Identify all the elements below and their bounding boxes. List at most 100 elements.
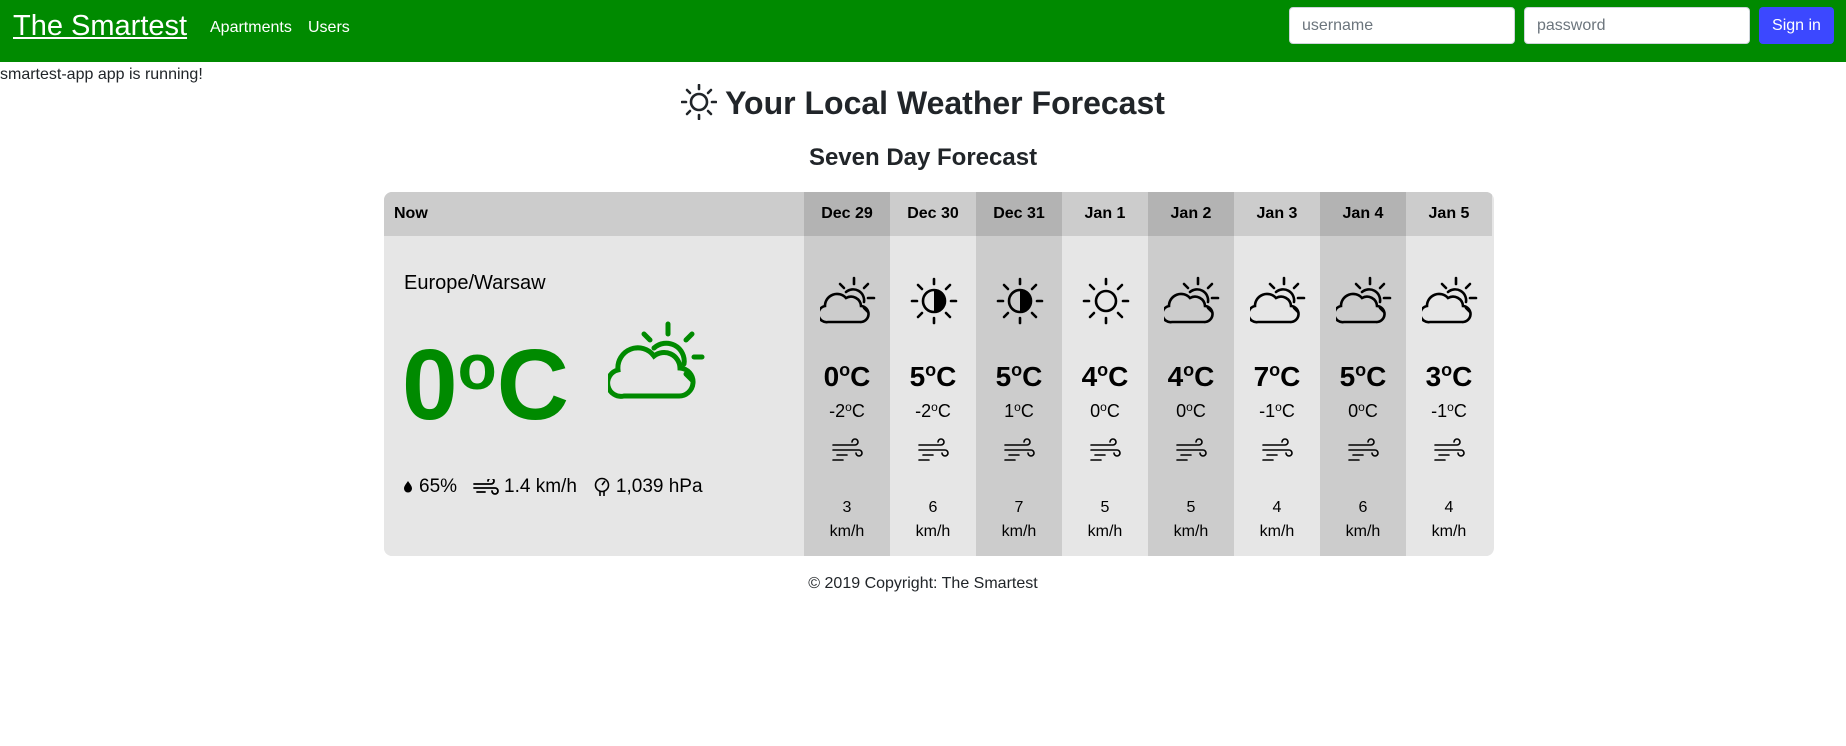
temp-unit: C (936, 361, 957, 392)
wind-icon (918, 438, 949, 461)
degree-symbol: o (1355, 360, 1367, 380)
forecast-day-column: Jan 4 5oC 0oC 6 km/h (1320, 192, 1406, 556)
day-high-value: 3 (1425, 361, 1442, 392)
day-date: Dec 31 (976, 192, 1062, 236)
day-low-temp: -1oC (1234, 400, 1320, 422)
current-details: 65% 1.4 km/h 1,039 hPa (402, 476, 719, 498)
nav-link-users[interactable]: Users (308, 19, 350, 37)
day-high-value: 4 (1081, 361, 1098, 392)
day-high-value: 5 (909, 361, 926, 392)
temp-unit: C (937, 401, 951, 421)
day-high-value: 0 (823, 361, 840, 392)
day-low-temp: 0oC (1148, 400, 1234, 422)
forecast-day-column: Dec 30 5oC -2oC 6 km/h (890, 192, 976, 556)
pressure-value: 1,039 hPa (615, 476, 703, 497)
wind-icon (832, 438, 863, 461)
brand-link[interactable]: The Smartest (13, 10, 187, 43)
day-wind-unit: km/h (1431, 523, 1467, 540)
signin-button[interactable]: Sign in (1759, 7, 1834, 44)
day-low-temp: 0oC (1062, 400, 1148, 422)
partly-cloudy-icon (608, 321, 705, 399)
degree-symbol: o (925, 360, 937, 380)
day-low-temp: 1oC (976, 400, 1062, 422)
sun-icon (681, 84, 718, 120)
degree-symbol: o (1269, 360, 1281, 380)
day-high-temp: 5oC (890, 360, 976, 393)
temp-unit: C (1453, 401, 1467, 421)
wind-icon (1434, 438, 1465, 461)
day-high-value: 5 (1339, 361, 1356, 392)
day-wind: 4 km/h (1406, 496, 1492, 544)
day-low-value: -1 (1259, 401, 1276, 421)
temp-unit: C (1194, 361, 1215, 392)
day-low-value: 0 (1090, 401, 1101, 421)
degree-symbol: o (931, 400, 938, 414)
password-input[interactable] (1524, 7, 1750, 44)
day-high-value: 7 (1253, 361, 1270, 392)
humidity: 65% (402, 476, 457, 498)
temp-unit: C (1192, 401, 1206, 421)
sun-moon-icon (996, 277, 1044, 325)
day-high-temp: 5oC (1320, 360, 1406, 393)
wind: 1.4 km/h (473, 476, 577, 498)
username-input[interactable] (1289, 7, 1515, 44)
temp-unit: C (1022, 361, 1043, 392)
wind-icon (1004, 438, 1035, 461)
day-date: Jan 3 (1234, 192, 1320, 236)
degree-symbol: o (1275, 400, 1282, 414)
sun-icon (1082, 277, 1130, 325)
current-temp-value: 0 (402, 329, 458, 441)
temp-unit: C (1281, 401, 1295, 421)
degree-symbol: o (1183, 360, 1195, 380)
degree-symbol: o (1097, 360, 1109, 380)
day-wind-unit: km/h (915, 523, 951, 540)
day-wind-unit: km/h (1001, 523, 1037, 540)
day-high-temp: 0oC (804, 360, 890, 393)
day-wind-speed: 3 (842, 499, 852, 516)
forecast-day-column: Dec 29 0oC -2oC 3 km/h (804, 192, 890, 556)
wind-icon (1348, 438, 1379, 461)
sun-moon-icon (910, 277, 958, 325)
forecast-day-column: Jan 2 4oC 0oC 5 km/h (1148, 192, 1234, 556)
day-low-temp: -1oC (1406, 400, 1492, 422)
degree-symbol: o (1441, 360, 1453, 380)
day-date: Dec 29 (804, 192, 890, 236)
partly-cloudy-icon (1422, 276, 1478, 324)
day-wind-speed: 6 (928, 499, 938, 516)
forecast-day-column: Jan 3 7oC -1oC 4 km/h (1234, 192, 1320, 556)
day-low-value: -2 (829, 401, 846, 421)
nav-link-apartments[interactable]: Apartments (210, 19, 292, 37)
degree-symbol: o (1186, 400, 1193, 414)
day-wind-speed: 6 (1358, 499, 1368, 516)
wind-icon (473, 479, 499, 495)
forecast-day-column: Dec 31 5oC 1oC 7 km/h (976, 192, 1062, 556)
day-date: Jan 1 (1062, 192, 1148, 236)
day-high-temp: 7oC (1234, 360, 1320, 393)
day-wind-speed: 4 (1272, 499, 1282, 516)
temp-unit: C (1106, 401, 1120, 421)
section-subtitle: Seven Day Forecast (808, 144, 1038, 171)
day-wind-unit: km/h (1173, 523, 1209, 540)
day-high-temp: 3oC (1406, 360, 1492, 393)
degree-symbol: o (1358, 400, 1365, 414)
temp-unit: C (850, 361, 871, 392)
day-date: Jan 2 (1148, 192, 1234, 236)
day-wind: 4 km/h (1234, 496, 1320, 544)
day-wind-unit: km/h (1087, 523, 1123, 540)
day-wind-unit: km/h (1345, 523, 1381, 540)
now-header: Now (384, 192, 804, 236)
day-wind-speed: 4 (1444, 499, 1454, 516)
temp-unit: C (1364, 401, 1378, 421)
temp-unit: C (1452, 361, 1473, 392)
day-high-value: 5 (995, 361, 1012, 392)
app-status-text: smartest-app app is running! (0, 66, 203, 83)
day-wind-unit: km/h (829, 523, 865, 540)
day-low-value: -2 (915, 401, 932, 421)
degree-symbol: o (845, 400, 852, 414)
page-title: Your Local Weather Forecast (0, 84, 1846, 122)
day-low-temp: -2oC (890, 400, 976, 422)
temp-unit: C (1280, 361, 1301, 392)
day-high-temp: 4oC (1062, 360, 1148, 393)
degree-symbol: o (1447, 400, 1454, 414)
day-wind-unit: km/h (1259, 523, 1295, 540)
